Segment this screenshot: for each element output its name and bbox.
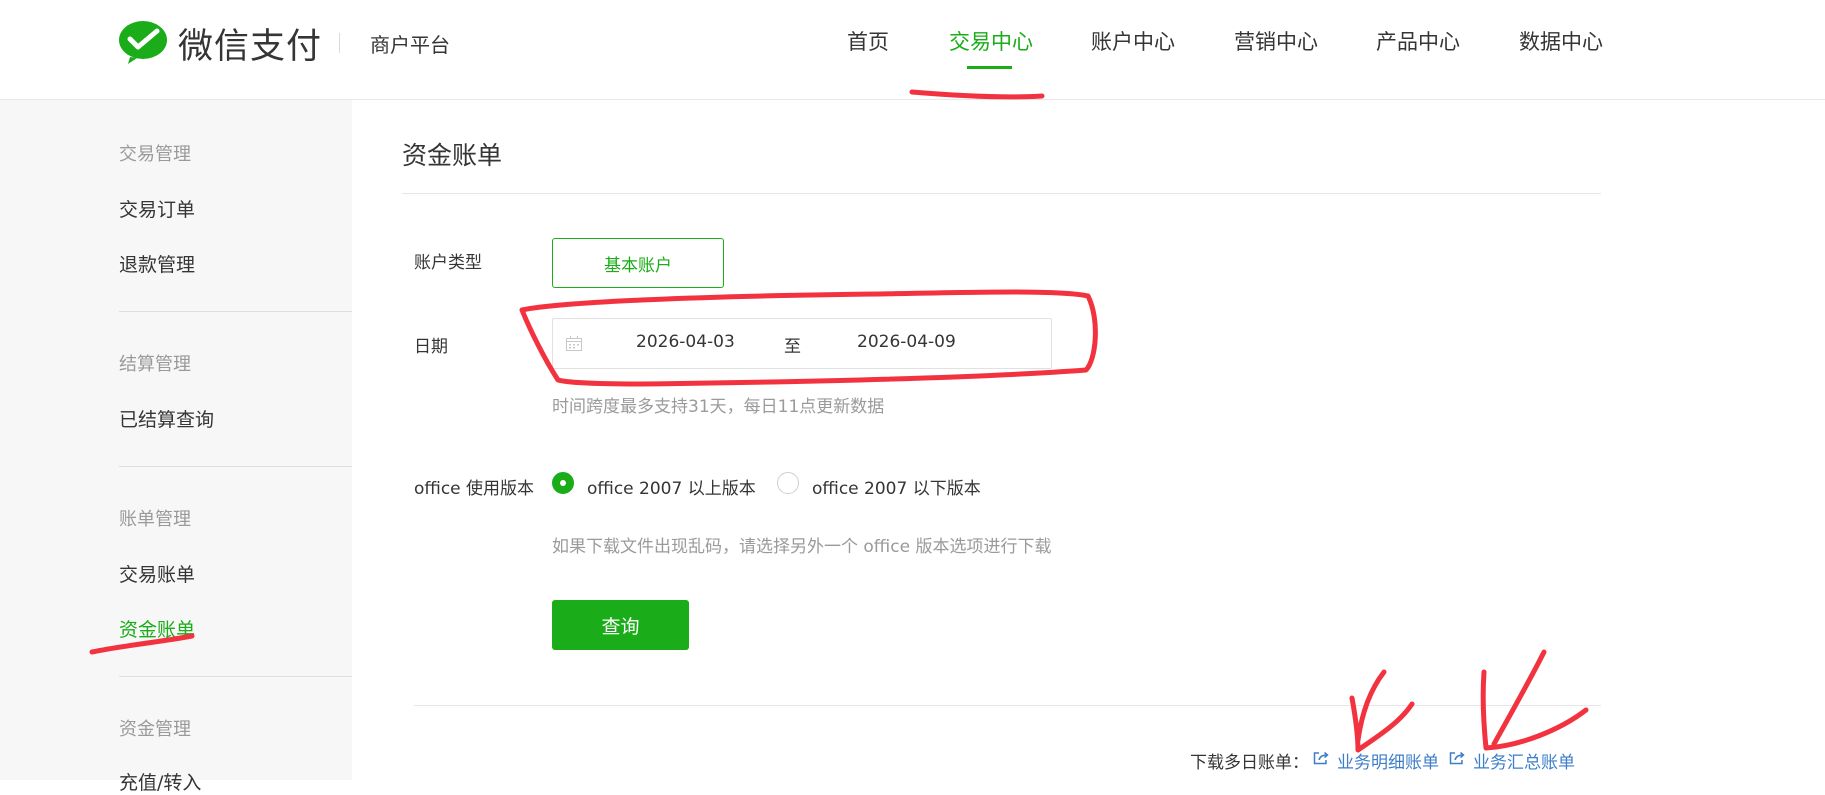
account-type-button[interactable]: 基本账户 [552,238,724,288]
date-range-picker[interactable] [552,318,1052,369]
export-icon [1313,751,1329,765]
business-detail-bill-link[interactable]: 业务明细账单 [1337,748,1439,773]
annotation-arrow-summary-2 [1491,649,1547,747]
date-hint: 时间跨度最多支持31天，每日11点更新数据 [552,397,885,417]
office-2007-above-radio[interactable] [552,472,574,494]
annotation-arrow-detail-2 [1355,669,1387,743]
page-title: 资金账单 [402,141,503,170]
platform-name: 商户平台 [370,33,450,57]
sidebar-divider [119,466,352,467]
nav-data-center[interactable]: 数据中心 [1519,26,1603,56]
sidebar: 交易管理 交易订单 退款管理 结算管理 已结算查询 账单管理 交易账单 资金账单… [0,100,352,794]
sidebar-group-title: 账单管理 [119,509,191,530]
date-end-input[interactable]: 2026-04-09 [857,332,956,352]
nav-home[interactable]: 首页 [847,26,889,56]
top-header: 微信支付 商户平台 首页 交易中心 账户中心 营销中心 产品中心 数据中心 [0,0,1825,100]
nav-active-indicator [967,66,1012,69]
section-divider [414,705,1601,706]
brand-divider [339,33,340,53]
nav-trade-center[interactable]: 交易中心 [949,26,1033,56]
calendar-icon [566,336,582,351]
date-start-input[interactable]: 2026-04-03 [636,332,735,352]
account-type-label: 账户类型 [414,253,482,273]
office-version-label: office 使用版本 [414,479,535,499]
title-divider [402,193,1601,194]
business-summary-bill-link[interactable]: 业务汇总账单 [1473,748,1575,773]
sidebar-group-title: 交易管理 [119,144,191,165]
export-icon [1449,751,1465,765]
sidebar-item-settled-query[interactable]: 已结算查询 [119,405,214,432]
sidebar-item-fund-bill[interactable]: 资金账单 [119,615,195,642]
date-separator: 至 [784,337,801,357]
wechat-pay-logo-icon [119,21,167,64]
nav-marketing-center[interactable]: 营销中心 [1234,26,1318,56]
sidebar-group-title: 资金管理 [119,719,191,740]
query-button[interactable]: 查询 [552,600,689,650]
sidebar-item-trade-orders[interactable]: 交易订单 [119,195,195,222]
sidebar-item-trade-bill[interactable]: 交易账单 [119,560,195,587]
brand-name: 微信支付 [178,27,323,67]
sidebar-item-refund[interactable]: 退款管理 [119,250,195,277]
office-hint: 如果下载文件出现乱码，请选择另外一个 office 版本选项进行下载 [552,537,1052,557]
nav-account-center[interactable]: 账户中心 [1091,26,1175,56]
sidebar-divider [119,676,352,677]
office-2007-below-radio[interactable] [777,472,799,494]
sidebar-divider [119,311,352,312]
sidebar-group-title: 结算管理 [119,354,191,375]
office-2007-below-label[interactable]: office 2007 以下版本 [812,474,981,499]
download-multi-day-label: 下载多日账单： [1190,753,1309,773]
sidebar-item-recharge[interactable]: 充值/转入 [119,768,201,795]
date-label: 日期 [414,337,448,357]
annotation-arrow-summary-1 [1480,669,1589,751]
office-2007-above-label[interactable]: office 2007 以上版本 [587,474,756,499]
nav-product-center[interactable]: 产品中心 [1376,26,1460,56]
